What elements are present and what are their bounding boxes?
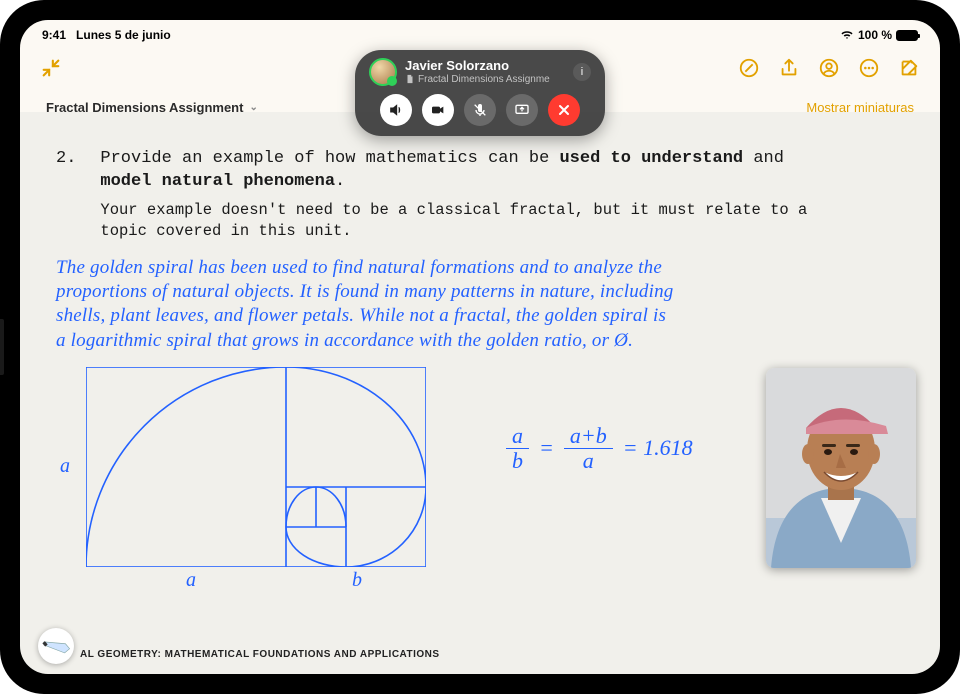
- fraction-ab: a b: [506, 425, 529, 472]
- handwritten-answer: The golden spiral has been used to find …: [56, 256, 904, 353]
- battery-percent: 100 %: [858, 28, 892, 42]
- call-buttons: [369, 94, 591, 126]
- markup-pencil-button[interactable]: [38, 628, 74, 664]
- answer-line3: shells, plant leaves, and flower petals.…: [56, 304, 904, 328]
- status-right: 100 %: [840, 28, 918, 42]
- markup-icon[interactable]: [738, 57, 760, 79]
- document-icon: [405, 74, 415, 84]
- end-call-button[interactable]: [548, 94, 580, 126]
- golden-spiral-drawing: [86, 367, 426, 567]
- camera-button[interactable]: [422, 94, 454, 126]
- label-a-bottom: a: [186, 569, 196, 592]
- frac2-num: a+b: [564, 425, 613, 449]
- status-time: 9:41: [42, 28, 66, 42]
- speaker-button[interactable]: [380, 94, 412, 126]
- question-number: 2.: [56, 148, 76, 242]
- call-header: Javier Solorzano Fractal Dimensions Assi…: [369, 58, 591, 86]
- battery-icon: [896, 30, 918, 41]
- answer-line4: a logarithmic spiral that grows in accor…: [56, 329, 904, 353]
- footer-book-title: AL GEOMETRY: MATHEMATICAL FOUNDATIONS AN…: [80, 649, 440, 660]
- answer-line2: proportions of natural objects. It is fo…: [56, 280, 904, 304]
- document-title-label: Fractal Dimensions Assignment: [46, 100, 243, 115]
- q-text-b: used to understand: [559, 149, 743, 168]
- share-icon[interactable]: [778, 57, 800, 79]
- caller-avatar[interactable]: [369, 58, 397, 86]
- more-icon[interactable]: [858, 57, 880, 79]
- question-block: 2. Provide an example of how mathematics…: [56, 148, 904, 242]
- q-text-a: Provide an example of how mathematics ca…: [100, 149, 559, 168]
- q-text-d: model natural phenomena: [100, 172, 335, 191]
- caller-sub-label: Fractal Dimensions Assignme: [418, 74, 550, 85]
- info-letter: i: [581, 66, 583, 78]
- q-text-e: .: [335, 172, 345, 191]
- caller-sharing-doc: Fractal Dimensions Assignme: [405, 74, 565, 85]
- question-subtext: Your example doesn't need to be a classi…: [100, 200, 820, 242]
- answer-line1: The golden spiral has been used to find …: [56, 256, 904, 280]
- compose-icon[interactable]: [898, 57, 920, 79]
- question-body: Provide an example of how mathematics ca…: [100, 148, 820, 242]
- chevron-down-icon: ⌄: [249, 102, 257, 113]
- screenshare-button[interactable]: [506, 94, 538, 126]
- q-text-c: and: [743, 149, 784, 168]
- screen: 9:41 Lunes 5 de junio 100 %: [20, 20, 940, 674]
- status-bar: 9:41 Lunes 5 de junio 100 %: [20, 20, 940, 46]
- show-thumbnails-link[interactable]: Mostrar miniaturas: [806, 100, 914, 115]
- wifi-icon: [840, 30, 854, 40]
- collapse-fullscreen-icon[interactable]: [40, 57, 62, 79]
- call-info-button[interactable]: i: [573, 63, 591, 81]
- mute-button[interactable]: [464, 94, 496, 126]
- caller-name-block: Javier Solorzano Fractal Dimensions Assi…: [405, 59, 565, 84]
- eq-value: = 1.618: [623, 435, 693, 461]
- fraction-aplusb: a+b a: [564, 425, 613, 472]
- eq-equals-1: =: [539, 435, 554, 461]
- label-a-left: a: [60, 455, 70, 478]
- status-left: 9:41 Lunes 5 de junio: [42, 28, 171, 42]
- status-date: Lunes 5 de junio: [76, 28, 171, 42]
- frac-num: a: [506, 425, 529, 449]
- golden-ratio-equation: a b = a+b a = 1.618: [506, 425, 693, 472]
- frac-den: b: [506, 449, 529, 472]
- ipad-side-button: [0, 319, 4, 375]
- facetime-call-panel[interactable]: Javier Solorzano Fractal Dimensions Assi…: [355, 50, 605, 136]
- label-b-bottom: b: [352, 569, 362, 592]
- facetime-selfview[interactable]: [766, 368, 916, 568]
- caller-name: Javier Solorzano: [405, 59, 565, 73]
- document-title-dropdown[interactable]: Fractal Dimensions Assignment ⌄: [46, 100, 258, 115]
- collaborators-icon[interactable]: [818, 57, 840, 79]
- frac2-den: a: [577, 449, 600, 472]
